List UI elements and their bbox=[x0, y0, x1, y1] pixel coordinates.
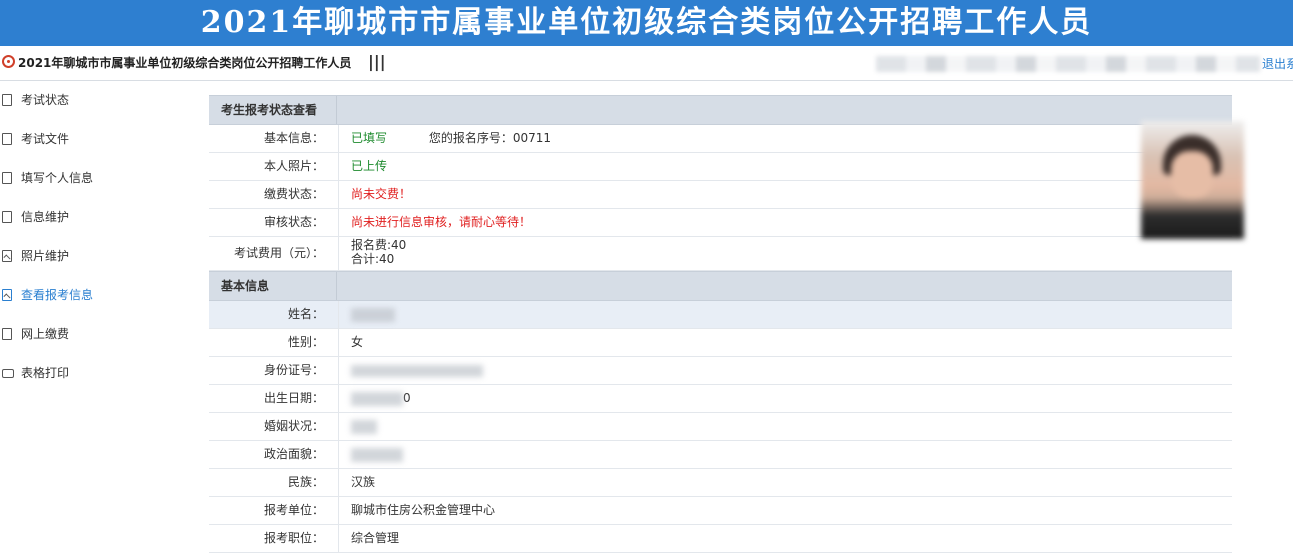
political-redacted bbox=[351, 447, 403, 462]
registration-number: 您的报名序号：00711 bbox=[428, 131, 552, 145]
edit-icon bbox=[2, 211, 12, 223]
status-row-basic-info: 基本信息： 已填写 您的报名序号：00711 bbox=[209, 125, 1232, 153]
sidebar-item-info-maintain[interactable]: 信息维护 bbox=[0, 198, 200, 237]
sidebar-item-label: 表格打印 bbox=[21, 366, 70, 380]
sidebar: 考试状态 考试文件 填写个人信息 信息维护 照片维护 查看报考信息 网上缴费 表… bbox=[0, 81, 200, 393]
marital-redacted bbox=[351, 419, 377, 434]
info-row-unit: 报考单位： 聊城市住房公积金管理中心 bbox=[209, 497, 1232, 525]
name-redacted bbox=[351, 307, 395, 322]
section-title: 基本信息 bbox=[221, 279, 270, 293]
info-row-position: 报考职位： 综合管理 bbox=[209, 525, 1232, 553]
field-label: 性别： bbox=[209, 329, 339, 356]
status-row-fee: 考试费用（元）： 报名费:40 合计:40 bbox=[209, 237, 1232, 271]
field-label: 本人照片： bbox=[209, 153, 339, 180]
ethnic-value: 汉族 bbox=[351, 475, 376, 489]
field-label: 政治面貌： bbox=[209, 441, 339, 468]
total-fee: 合计:40 bbox=[351, 252, 395, 266]
registration-fee: 报名费:40 bbox=[351, 238, 407, 252]
sidebar-item-online-payment[interactable]: 网上缴费 bbox=[0, 315, 200, 354]
logo-icon bbox=[2, 55, 15, 68]
field-label: 姓名： bbox=[209, 301, 339, 328]
edit-icon bbox=[2, 172, 12, 184]
payment-status: 尚未交费！ bbox=[351, 187, 412, 201]
info-row-marital: 婚姻状况： bbox=[209, 413, 1232, 441]
document-icon bbox=[2, 133, 12, 145]
sidebar-item-label: 网上缴费 bbox=[21, 327, 70, 341]
status-row-payment: 缴费状态： 尚未交费！ bbox=[209, 181, 1232, 209]
sidebar-item-label: 考试状态 bbox=[21, 93, 70, 107]
image-icon bbox=[2, 289, 12, 301]
sidebar-item-label: 照片维护 bbox=[21, 249, 70, 263]
sidebar-item-label: 填写个人信息 bbox=[21, 171, 94, 185]
status-section-header: 考生报考状态查看 bbox=[209, 95, 1232, 125]
menu-toggle-button[interactable]: ||| bbox=[368, 52, 386, 71]
birth-date-redacted bbox=[351, 391, 403, 406]
field-label: 婚姻状况： bbox=[209, 413, 339, 440]
sidebar-item-view-registration[interactable]: 查看报考信息 bbox=[0, 276, 200, 315]
field-label: 缴费状态： bbox=[209, 181, 339, 208]
applicant-photo bbox=[1141, 121, 1244, 239]
field-label: 考试费用（元）： bbox=[209, 237, 339, 270]
main-panel: 考生报考状态查看 基本信息： 已填写 您的报名序号：00711 本人照片： 已上… bbox=[209, 95, 1232, 553]
birth-date-tail: 0 bbox=[403, 391, 411, 405]
field-label: 报考单位： bbox=[209, 497, 339, 524]
sidebar-item-photo-maintain[interactable]: 照片维护 bbox=[0, 237, 200, 276]
sidebar-item-label: 考试文件 bbox=[21, 132, 70, 146]
info-row-name: 姓名： bbox=[209, 301, 1232, 329]
section-title: 考生报考状态查看 bbox=[221, 103, 318, 117]
basic-section-header: 基本信息 bbox=[209, 271, 1232, 301]
page-banner: 2021年聊城市市属事业单位初级综合类岗位公开招聘工作人员 bbox=[0, 0, 1293, 46]
image-icon bbox=[2, 250, 12, 262]
review-status: 尚未进行信息审核，请耐心等待！ bbox=[351, 215, 532, 229]
print-icon bbox=[2, 369, 14, 378]
unit-value: 聊城市住房公积金管理中心 bbox=[351, 503, 496, 517]
status-row-photo: 本人照片： 已上传 bbox=[209, 153, 1232, 181]
photo-status: 已上传 bbox=[351, 159, 388, 173]
sidebar-item-exam-files[interactable]: 考试文件 bbox=[0, 120, 200, 159]
field-label: 出生日期： bbox=[209, 385, 339, 412]
position-value: 综合管理 bbox=[351, 531, 400, 545]
sidebar-item-print-form[interactable]: 表格打印 bbox=[0, 354, 200, 393]
status-row-review: 审核状态： 尚未进行信息审核，请耐心等待！ bbox=[209, 209, 1232, 237]
gender-value: 女 bbox=[351, 335, 364, 349]
logout-link[interactable]: 退出系 bbox=[1262, 55, 1293, 72]
field-label: 报考职位： bbox=[209, 525, 339, 552]
field-label: 民族： bbox=[209, 469, 339, 496]
sidebar-item-fill-info[interactable]: 填写个人信息 bbox=[0, 159, 200, 198]
info-row-ethnic: 民族： 汉族 bbox=[209, 469, 1232, 497]
field-label: 审核状态： bbox=[209, 209, 339, 236]
top-bar: 2021年聊城市市属事业单位初级综合类岗位公开招聘工作人员 ||| 退出系 bbox=[0, 46, 1293, 81]
basic-info-status: 已填写 bbox=[351, 131, 388, 145]
id-number-redacted bbox=[351, 364, 483, 377]
info-row-gender: 性别： 女 bbox=[209, 329, 1232, 357]
document-icon bbox=[2, 94, 12, 106]
sidebar-item-exam-status[interactable]: 考试状态 bbox=[0, 81, 200, 120]
payment-icon bbox=[2, 328, 12, 340]
site-title: 2021年聊城市市属事业单位初级综合类岗位公开招聘工作人员 bbox=[18, 56, 352, 70]
info-row-birth: 出生日期： 0 bbox=[209, 385, 1232, 413]
field-label: 身份证号： bbox=[209, 357, 339, 384]
user-info-redacted bbox=[876, 56, 1260, 72]
info-row-id: 身份证号： bbox=[209, 357, 1232, 385]
sidebar-item-label: 信息维护 bbox=[21, 210, 70, 224]
sidebar-item-label: 查看报考信息 bbox=[21, 288, 94, 302]
field-label: 基本信息： bbox=[209, 125, 339, 152]
info-row-political: 政治面貌： bbox=[209, 441, 1232, 469]
